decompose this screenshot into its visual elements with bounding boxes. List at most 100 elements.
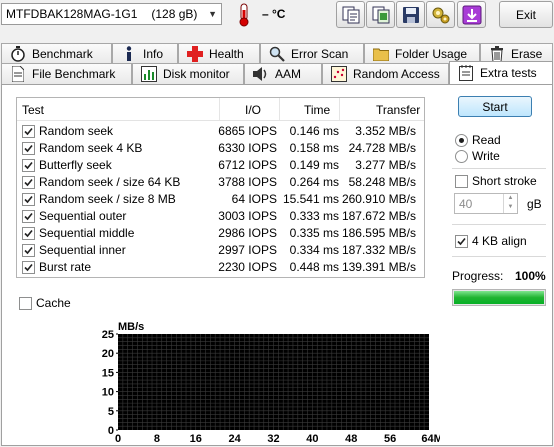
header-time[interactable]: Time [304, 103, 330, 117]
y-tick-label: 20 [102, 348, 114, 360]
cell-transfer: 187.672 MB/s [341, 209, 416, 223]
header-io[interactable]: I/O [245, 103, 261, 117]
header-transfer[interactable]: Transfer [376, 103, 420, 117]
row-checkbox[interactable] [22, 227, 35, 240]
divider [452, 224, 546, 225]
chevron-down-icon[interactable]: ▼ [208, 9, 217, 19]
header-divider [219, 98, 220, 120]
header-divider [339, 98, 340, 120]
tab-benchmark[interactable]: Benchmark [1, 43, 112, 64]
cell-test: Random seek 4 KB [39, 141, 143, 155]
stopwatch-icon [10, 46, 26, 62]
row-checkbox[interactable] [22, 193, 35, 206]
row-checkbox[interactable] [22, 125, 35, 138]
table-row[interactable]: Burst rate 2230 IOPS 0.448 ms 139.391 MB/s [17, 259, 424, 276]
cell-time: 0.334 ms [289, 243, 339, 257]
write-radio[interactable]: Write [455, 149, 500, 163]
progress-value: 100% [515, 269, 546, 283]
header-divider [279, 98, 280, 120]
short-stroke-label: Short stroke [472, 174, 537, 188]
tab-disk-monitor-label: Disk monitor [163, 67, 230, 81]
cell-io: 6712 IOPS [218, 158, 277, 172]
row-checkbox[interactable] [22, 261, 35, 274]
cell-transfer: 3.277 MB/s [355, 158, 416, 172]
read-radio[interactable]: Read [455, 133, 501, 147]
cache-checkbox[interactable]: Cache [19, 296, 71, 310]
row-checkbox[interactable] [22, 159, 35, 172]
cell-time: 0.448 ms [289, 260, 339, 274]
drive-select[interactable]: MTFDBAK128MAG-1G1 (128 gB) ▼ [1, 3, 222, 25]
transfer-chart: MB/s 0 5 10 15 20 25 0 8 16 24 32 40 48 56 64MB [102, 321, 440, 445]
copy-screen-button[interactable] [366, 1, 395, 28]
cell-test: Random seek / size 8 MB [39, 192, 176, 206]
y-tick-label: 15 [102, 367, 114, 379]
spinner-buttons[interactable]: ▲ ▼ [503, 194, 517, 213]
tab-file-benchmark-label: File Benchmark [32, 67, 116, 81]
table-row[interactable]: Random seek / size 64 KB 3788 IOPS 0.264 m… [17, 174, 424, 191]
tab-health[interactable]: Health [178, 43, 260, 64]
tab-error-scan-label: Error Scan [291, 47, 349, 61]
cell-io: 6330 IOPS [218, 141, 277, 155]
minimize-to-tray-button[interactable] [457, 1, 486, 28]
table-row[interactable]: Random seek / size 8 MB 64 IOPS 15.541 ms 2… [17, 191, 424, 208]
y-tick-label: 25 [102, 329, 114, 341]
stroke-size-value[interactable]: 40 [459, 197, 472, 211]
exit-button[interactable]: Exit [499, 1, 553, 28]
cell-time: 0.333 ms [289, 209, 339, 223]
cell-test: Butterfly seek [39, 158, 112, 172]
spin-up-icon[interactable]: ▲ [504, 194, 517, 203]
divider [452, 256, 546, 257]
cell-transfer: 187.332 MB/s [341, 243, 416, 257]
spin-down-icon[interactable]: ▼ [504, 203, 517, 212]
tab-error-scan[interactable]: Error Scan [260, 43, 364, 64]
cell-test: Burst rate [39, 260, 92, 274]
tab-info-label: Info [143, 47, 164, 61]
tab-info[interactable]: Info [112, 43, 178, 64]
copy-text-button[interactable] [336, 1, 365, 28]
short-stroke-checkbox[interactable]: Short stroke [455, 174, 537, 188]
cache-box[interactable] [19, 296, 32, 310]
tab-health-label: Health [209, 47, 244, 61]
tab-file-benchmark[interactable]: File Benchmark [1, 63, 132, 84]
table-row[interactable]: Random seek 6865 IOPS 0.146 ms 3.352 MB/s [17, 123, 424, 140]
table-row[interactable]: Sequential inner 2997 IOPS 0.334 ms 187.332… [17, 242, 424, 259]
save-button[interactable] [396, 1, 425, 28]
cell-time: 15.541 ms [282, 192, 339, 206]
scatter-plot-icon [331, 66, 347, 82]
tab-disk-monitor[interactable]: Disk monitor [132, 63, 244, 84]
tab-erase-label: Erase [511, 47, 543, 61]
row-checkbox[interactable] [22, 244, 35, 257]
read-radio-dot[interactable] [455, 133, 468, 147]
stroke-size-spinner[interactable]: 40 ▲ ▼ [454, 193, 518, 214]
write-radio-dot[interactable] [455, 149, 468, 163]
options-button[interactable] [426, 1, 455, 28]
tab-extra-tests[interactable]: Extra tests [449, 61, 553, 84]
table-row[interactable]: Sequential outer 3003 IOPS 0.333 ms 187.672… [17, 208, 424, 225]
cell-io: 2986 IOPS [218, 226, 277, 240]
table-row[interactable]: Random seek 4 KB 6330 IOPS 0.158 ms 24.728 … [17, 140, 424, 157]
results-table[interactable]: Test I/O Time Transfer Random seek 6865 I… [16, 97, 425, 278]
stroke-unit: gB [527, 197, 542, 211]
cell-time: 0.335 ms [289, 226, 339, 240]
x-tick-label: 0 [115, 433, 121, 445]
table-row[interactable]: Sequential middle 2986 IOPS 0.335 ms 186.59… [17, 225, 424, 242]
table-row[interactable]: Butterfly seek 6712 IOPS 0.149 ms 3.277 MB/… [17, 157, 424, 174]
align-checkbox[interactable]: 4 KB align [455, 234, 527, 248]
y-tick-label: 0 [108, 425, 114, 437]
drive-name: MTFDBAK128MAG-1G1 [6, 7, 138, 21]
tab-aam[interactable]: AAM [244, 63, 322, 84]
row-checkbox[interactable] [22, 176, 35, 189]
tab-random-access[interactable]: Random Access [322, 63, 449, 84]
x-tick-label: 8 [154, 433, 160, 445]
align-box[interactable] [455, 234, 468, 248]
progress-label: Progress: [452, 269, 504, 283]
cell-test: Sequential outer [39, 209, 127, 223]
document-icon [10, 66, 26, 82]
row-checkbox[interactable] [22, 210, 35, 223]
x-axis-ticks: 0 8 16 24 32 40 48 56 64MB [115, 433, 440, 445]
start-button[interactable]: Start [458, 96, 532, 117]
header-test[interactable]: Test [22, 103, 44, 117]
minimize-to-tray-icon [462, 5, 481, 24]
short-stroke-box[interactable] [455, 174, 468, 188]
row-checkbox[interactable] [22, 142, 35, 155]
